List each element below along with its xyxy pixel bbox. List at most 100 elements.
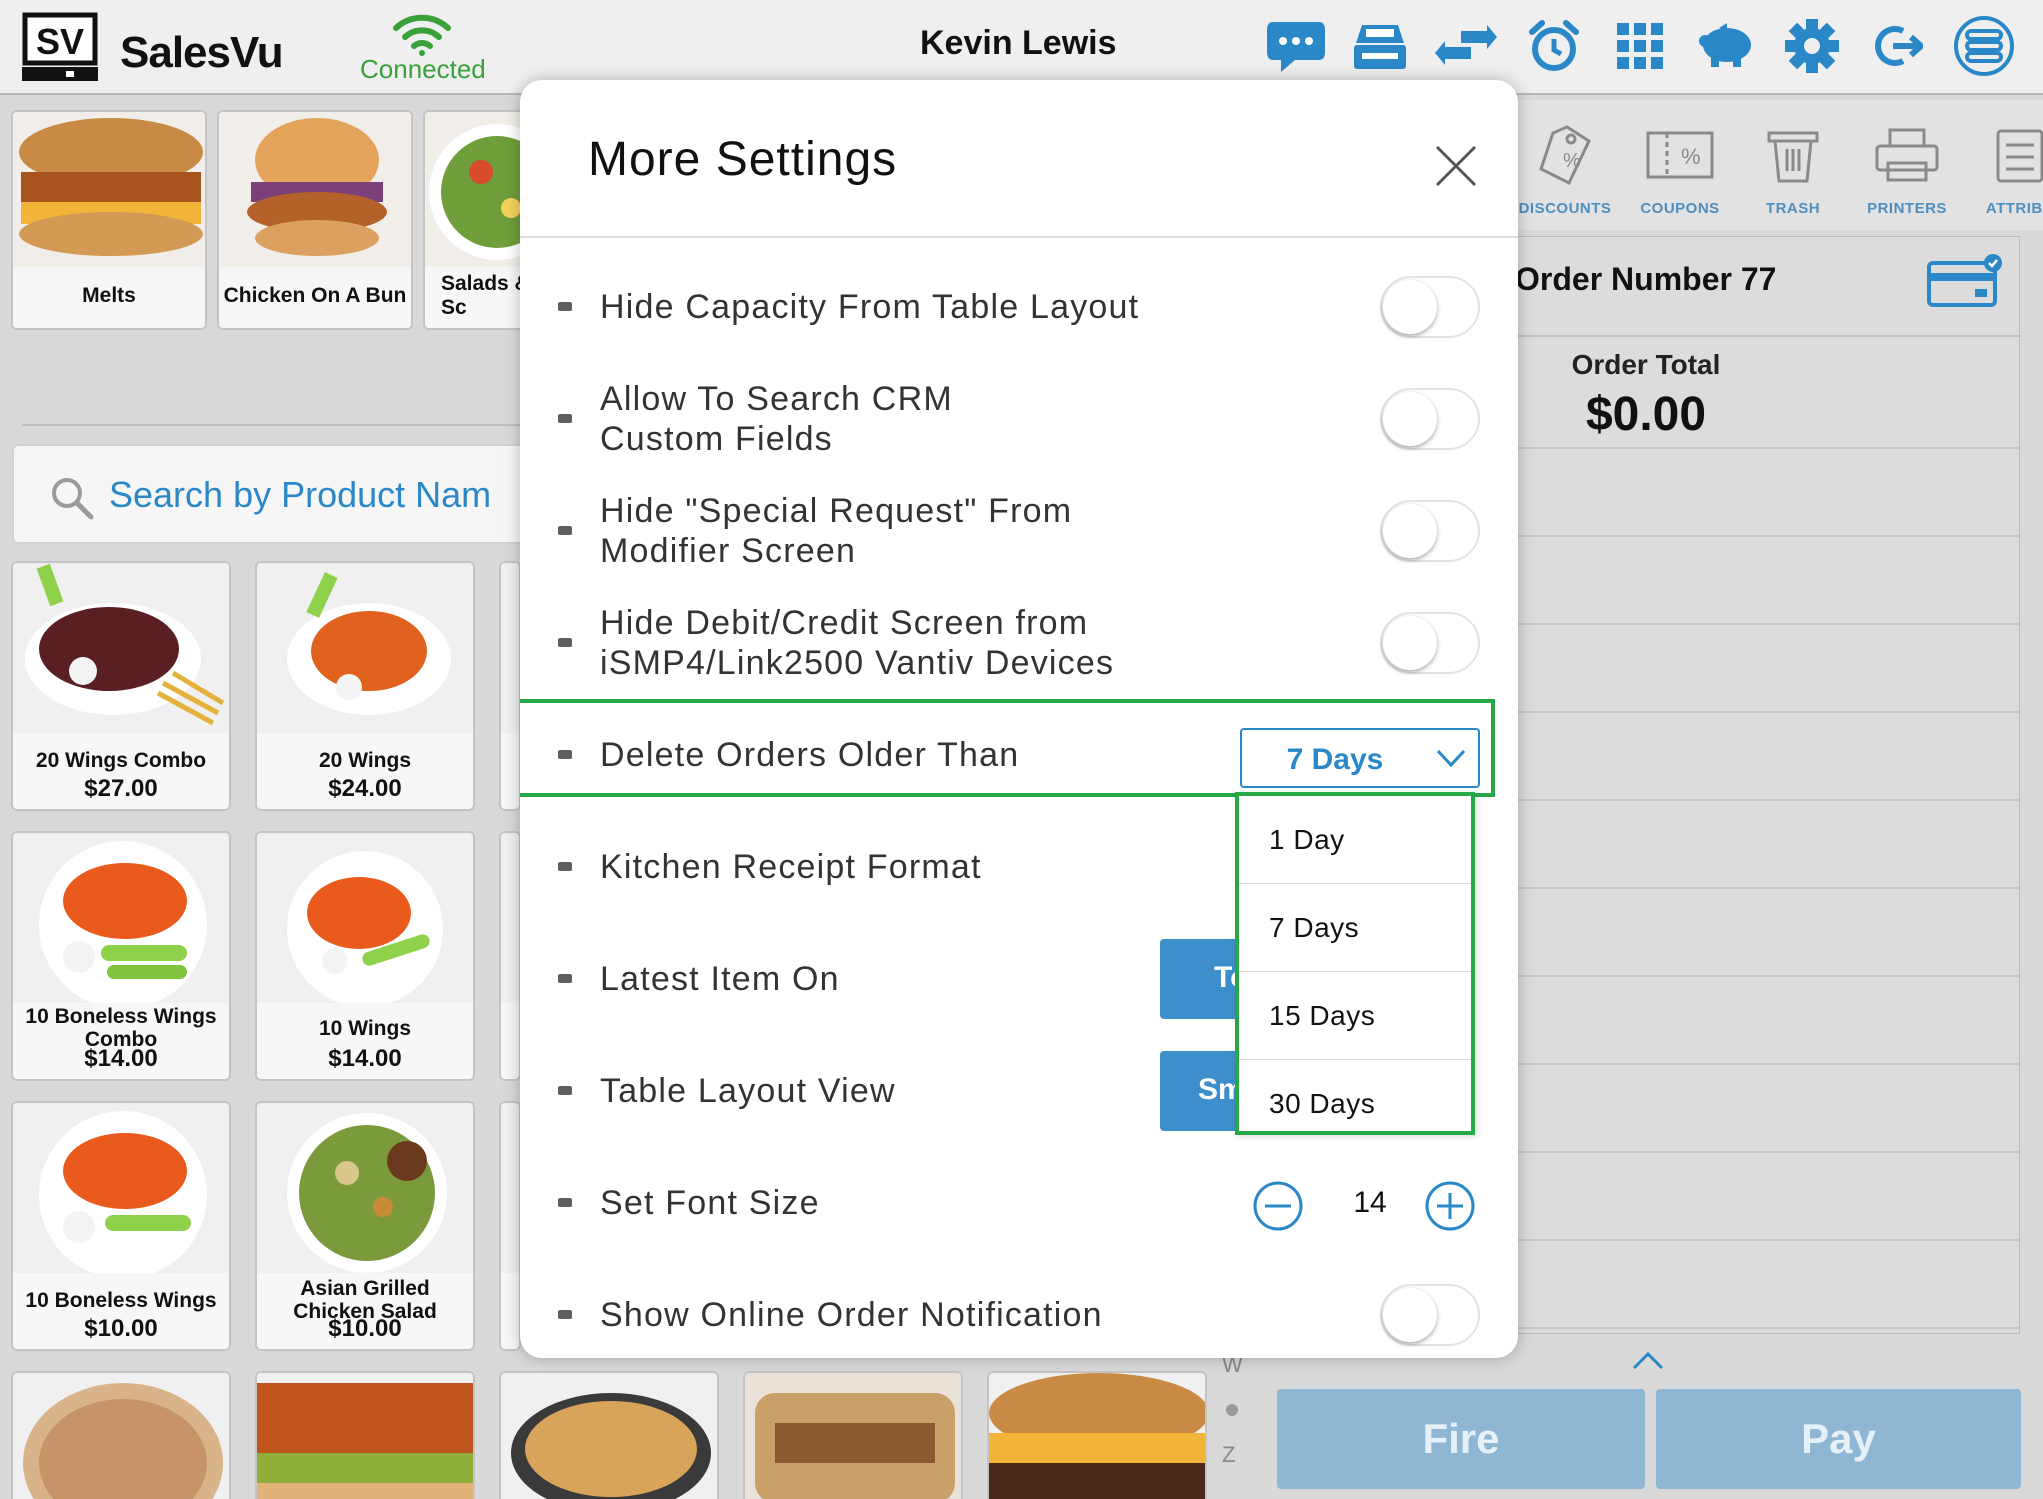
product-tile[interactable]: 20 Wings $24.00 xyxy=(255,561,475,811)
dropdown-option[interactable]: 7 Days xyxy=(1239,884,1471,972)
chevron-down-icon xyxy=(1436,748,1466,768)
svg-text:%: % xyxy=(1681,144,1701,169)
attributes-icon xyxy=(1965,110,2043,200)
product-name: 10 Wings xyxy=(319,1017,411,1040)
order-line xyxy=(1511,447,2019,449)
toggle-knob xyxy=(1383,392,1437,446)
product-photo xyxy=(501,1103,519,1273)
grid-icon[interactable] xyxy=(1606,12,1674,80)
setting-hide-capacity: Hide Capacity From Table Layout xyxy=(520,251,1518,363)
trash-button[interactable]: TRASH xyxy=(1738,110,1848,217)
logout-icon[interactable] xyxy=(1864,12,1932,80)
product-tile[interactable] xyxy=(255,1371,475,1499)
svg-text:%: % xyxy=(1563,150,1581,172)
setting-label: Delete Orders Older Than xyxy=(600,736,1020,774)
product-tile-partial[interactable] xyxy=(499,1101,521,1351)
product-tile[interactable] xyxy=(499,1371,719,1499)
product-tile[interactable]: 10 Wings $14.00 xyxy=(255,831,475,1081)
dropdown-option[interactable]: 30 Days xyxy=(1239,1060,1471,1148)
toggle-knob xyxy=(1383,1288,1437,1342)
product-photo xyxy=(257,833,473,1003)
bullet-icon xyxy=(558,974,572,983)
salesvu-logo: SV xyxy=(22,12,98,82)
setting-label: Allow To Search CRM Custom Fields xyxy=(600,380,953,458)
product-tile[interactable] xyxy=(743,1371,963,1499)
coupon-icon: % xyxy=(1625,110,1735,200)
product-photo xyxy=(989,1373,1205,1499)
product-price: $14.00 xyxy=(328,1045,402,1072)
wifi-icon xyxy=(392,12,452,56)
setting-label: Table Layout View xyxy=(600,1072,896,1110)
order-line xyxy=(1511,975,2019,977)
bullet-icon xyxy=(558,862,572,871)
discounts-button[interactable]: % DISCOUNTS xyxy=(1510,110,1620,217)
attributes-button[interactable]: ATTRIBU xyxy=(1965,110,2043,217)
chevron-up-icon[interactable] xyxy=(1632,1350,1664,1370)
pay-button[interactable]: Pay xyxy=(1656,1389,2021,1489)
gear-icon[interactable] xyxy=(1778,12,1846,80)
alarm-icon[interactable] xyxy=(1520,12,1588,80)
category-label: Salads & Sc xyxy=(441,272,530,319)
dropdown-option[interactable]: 1 Day xyxy=(1239,796,1471,884)
menu-list-icon[interactable] xyxy=(1950,12,2018,80)
piggy-bank-icon[interactable] xyxy=(1692,12,1760,80)
product-photo xyxy=(257,1373,473,1499)
font-size-minus-button[interactable] xyxy=(1252,1180,1304,1232)
order-line xyxy=(1511,799,2019,801)
search-crm-toggle[interactable] xyxy=(1380,388,1480,450)
product-tile[interactable]: 10 Boneless Wings Combo $14.00 xyxy=(11,831,231,1081)
chat-icon[interactable] xyxy=(1262,12,1330,80)
alpha-index-bottom[interactable]: Z xyxy=(1222,1442,1235,1468)
product-tile[interactable]: Asian Grilled Chicken Salad $10.00 xyxy=(255,1101,475,1351)
category-tile-salads[interactable]: Salads & Sc xyxy=(423,110,533,330)
product-photo xyxy=(501,833,519,1003)
hide-capacity-toggle[interactable] xyxy=(1380,276,1480,338)
toggle-knob xyxy=(1383,616,1437,670)
bullet-icon xyxy=(558,414,572,423)
dropdown-option[interactable]: 15 Days xyxy=(1239,972,1471,1060)
product-name: 20 Wings xyxy=(319,749,411,772)
coupons-button[interactable]: % COUPONS xyxy=(1625,110,1735,217)
close-icon[interactable] xyxy=(1434,144,1478,188)
hide-special-request-toggle[interactable] xyxy=(1380,500,1480,562)
credit-card-icon[interactable] xyxy=(1927,253,2003,309)
alpha-index-dot[interactable] xyxy=(1226,1404,1238,1416)
trash-label: TRASH xyxy=(1765,200,1821,217)
product-photo xyxy=(501,563,519,733)
delete-orders-select[interactable]: 7 Days xyxy=(1240,728,1480,788)
order-total-label: Order Total xyxy=(1571,349,1721,380)
order-line xyxy=(1511,1239,2019,1241)
font-size-plus-button[interactable] xyxy=(1424,1180,1476,1232)
order-separator xyxy=(1511,335,2019,337)
modal-title: More Settings xyxy=(588,133,898,186)
hide-debit-credit-toggle[interactable] xyxy=(1380,612,1480,674)
transfer-icon[interactable] xyxy=(1432,12,1500,80)
category-tile-melts[interactable]: Melts xyxy=(11,110,207,330)
order-panel: Order Number 77 Order Total $0.00 xyxy=(1510,236,2020,1334)
melts-photo xyxy=(13,112,205,267)
online-notification-toggle[interactable] xyxy=(1380,1284,1480,1346)
discount-tag-icon: % xyxy=(1510,110,1620,200)
register-icon[interactable] xyxy=(1346,12,1414,80)
product-tile[interactable]: 20 Wings Combo $27.00 xyxy=(11,561,231,811)
product-price: $10.00 xyxy=(84,1315,158,1342)
bullet-icon xyxy=(558,638,572,647)
coupons-label: COUPONS xyxy=(1640,200,1720,217)
product-tile[interactable] xyxy=(11,1371,231,1499)
setting-label: Hide Debit/Credit Screen from iSMP4/Link… xyxy=(600,604,1115,682)
product-search-input[interactable]: Search by Product Nam xyxy=(12,444,572,544)
select-value: 7 Days xyxy=(1286,743,1384,776)
product-tile-partial[interactable] xyxy=(499,831,521,1081)
product-tile-partial[interactable] xyxy=(499,561,521,811)
product-tile[interactable] xyxy=(987,1371,1207,1499)
category-tile-chicken-on-a-bun[interactable]: Chicken On A Bun xyxy=(217,110,413,330)
chicken-bun-photo xyxy=(219,112,411,267)
product-photo xyxy=(501,1373,717,1499)
fire-button[interactable]: Fire xyxy=(1277,1389,1645,1489)
product-photo xyxy=(13,1103,229,1273)
setting-label: Kitchen Receipt Format xyxy=(600,848,982,886)
product-tile[interactable]: 10 Boneless Wings $10.00 xyxy=(11,1101,231,1351)
setting-label: Set Font Size xyxy=(600,1184,820,1222)
setting-label: Hide Capacity From Table Layout xyxy=(600,288,1140,326)
printers-button[interactable]: PRINTERS xyxy=(1852,110,1962,217)
